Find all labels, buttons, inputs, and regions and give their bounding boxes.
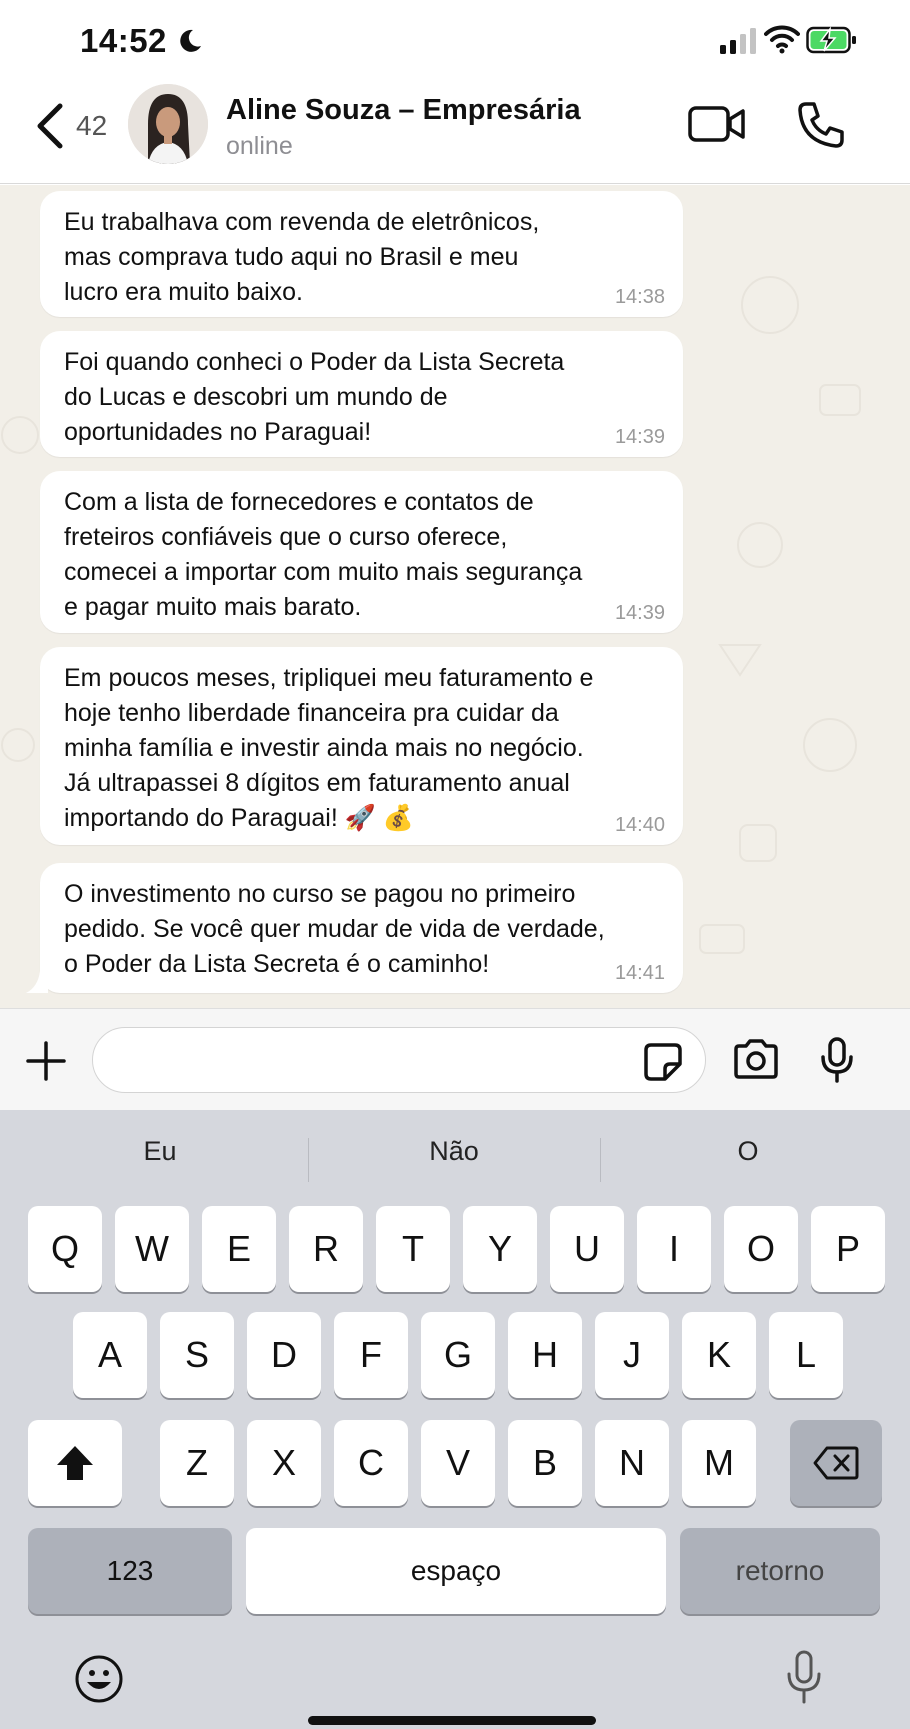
message-bubble[interactable]: Foi quando conheci o Poder da Lista Secr…	[40, 331, 683, 457]
avatar[interactable]	[128, 84, 208, 164]
plus-icon[interactable]	[26, 1041, 66, 1081]
key-u[interactable]: U	[550, 1206, 624, 1292]
key-n[interactable]: N	[595, 1420, 669, 1506]
chat-area[interactable]: Eu trabalhava com revenda de eletrônicos…	[0, 185, 910, 1008]
sticker-icon[interactable]	[643, 1042, 683, 1082]
shift-icon	[57, 1446, 93, 1480]
key-w[interactable]: W	[115, 1206, 189, 1292]
key-h[interactable]: H	[508, 1312, 582, 1398]
signal-icon	[720, 28, 756, 54]
key-s[interactable]: S	[160, 1312, 234, 1398]
key-z[interactable]: Z	[160, 1420, 234, 1506]
battery-charging-icon	[806, 26, 856, 54]
message-time: 14:40	[614, 814, 665, 836]
suggestion-1[interactable]: Eu	[20, 1136, 300, 1167]
key-f[interactable]: F	[334, 1312, 408, 1398]
key-t[interactable]: T	[376, 1206, 450, 1292]
key-c[interactable]: C	[334, 1420, 408, 1506]
composer-bar	[0, 1008, 910, 1110]
emoji-icon[interactable]	[74, 1654, 124, 1704]
chat-header: 42 Aline Souza – Empresária online	[0, 80, 910, 184]
message-time: 14:39	[614, 602, 665, 624]
unread-count[interactable]: 42	[76, 110, 107, 142]
message-bubble[interactable]: Com a lista de fornecedores e contatos d…	[40, 471, 683, 633]
suggestion-3[interactable]: O	[608, 1136, 888, 1167]
key-y[interactable]: Y	[463, 1206, 537, 1292]
key-v[interactable]: V	[421, 1420, 495, 1506]
bubble-tail	[26, 971, 48, 993]
wifi-icon	[764, 25, 800, 54]
key-i[interactable]: I	[637, 1206, 711, 1292]
message-text: O investimento no curso se pagou no prim…	[64, 880, 605, 978]
phone-icon[interactable]	[796, 100, 846, 150]
message-text: Em poucos meses, tripliquei meu faturame…	[64, 664, 594, 832]
chevron-left-icon[interactable]	[30, 100, 70, 152]
suggestion-2[interactable]: Não	[314, 1136, 594, 1167]
key-g[interactable]: G	[421, 1312, 495, 1398]
key-a[interactable]: A	[73, 1312, 147, 1398]
status-time: 14:52	[80, 22, 167, 59]
video-call-icon[interactable]	[688, 102, 746, 146]
message-time: 14:41	[614, 962, 665, 984]
suggestion-divider	[600, 1138, 601, 1182]
backspace-key[interactable]	[790, 1420, 882, 1506]
moon-icon	[180, 29, 201, 52]
key-m[interactable]: M	[682, 1420, 756, 1506]
message-bubble[interactable]: Eu trabalhava com revenda de eletrônicos…	[40, 191, 683, 317]
key-q[interactable]: Q	[28, 1206, 102, 1292]
dictation-microphone-icon[interactable]	[786, 1650, 822, 1704]
home-indicator	[308, 1716, 596, 1725]
status-bar: 14:52	[0, 0, 910, 80]
message-bubble[interactable]: Em poucos meses, tripliquei meu faturame…	[40, 647, 683, 845]
message-time: 14:38	[614, 286, 665, 308]
keyboard: Eu Não O Q W E R T Y U I O P A S D F G H…	[0, 1110, 910, 1729]
key-e[interactable]: E	[202, 1206, 276, 1292]
message-text: Com a lista de fornecedores e contatos d…	[64, 488, 583, 621]
key-x[interactable]: X	[247, 1420, 321, 1506]
message-text: Eu trabalhava com revenda de eletrônicos…	[64, 208, 540, 306]
key-d[interactable]: D	[247, 1312, 321, 1398]
key-k[interactable]: K	[682, 1312, 756, 1398]
space-key[interactable]: espaço	[246, 1528, 666, 1614]
suggestion-divider	[308, 1138, 309, 1182]
message-time: 14:39	[614, 426, 665, 448]
message-bubble[interactable]: O investimento no curso se pagou no prim…	[40, 863, 683, 993]
message-text: Foi quando conheci o Poder da Lista Secr…	[64, 348, 565, 446]
contact-name[interactable]: Aline Souza – Empresária	[226, 94, 581, 127]
key-r[interactable]: R	[289, 1206, 363, 1292]
avatar-image	[128, 84, 208, 164]
camera-icon[interactable]	[732, 1039, 780, 1079]
contact-status: online	[226, 132, 293, 160]
key-l[interactable]: L	[769, 1312, 843, 1398]
key-b[interactable]: B	[508, 1420, 582, 1506]
message-input[interactable]	[92, 1027, 706, 1093]
key-o[interactable]: O	[724, 1206, 798, 1292]
return-key[interactable]: retorno	[680, 1528, 880, 1614]
suggestion-bar: Eu Não O	[0, 1110, 910, 1202]
microphone-icon[interactable]	[820, 1037, 854, 1083]
key-p[interactable]: P	[811, 1206, 885, 1292]
shift-key[interactable]	[28, 1420, 122, 1506]
backspace-icon	[813, 1446, 859, 1480]
numbers-key[interactable]: 123	[28, 1528, 232, 1614]
key-j[interactable]: J	[595, 1312, 669, 1398]
